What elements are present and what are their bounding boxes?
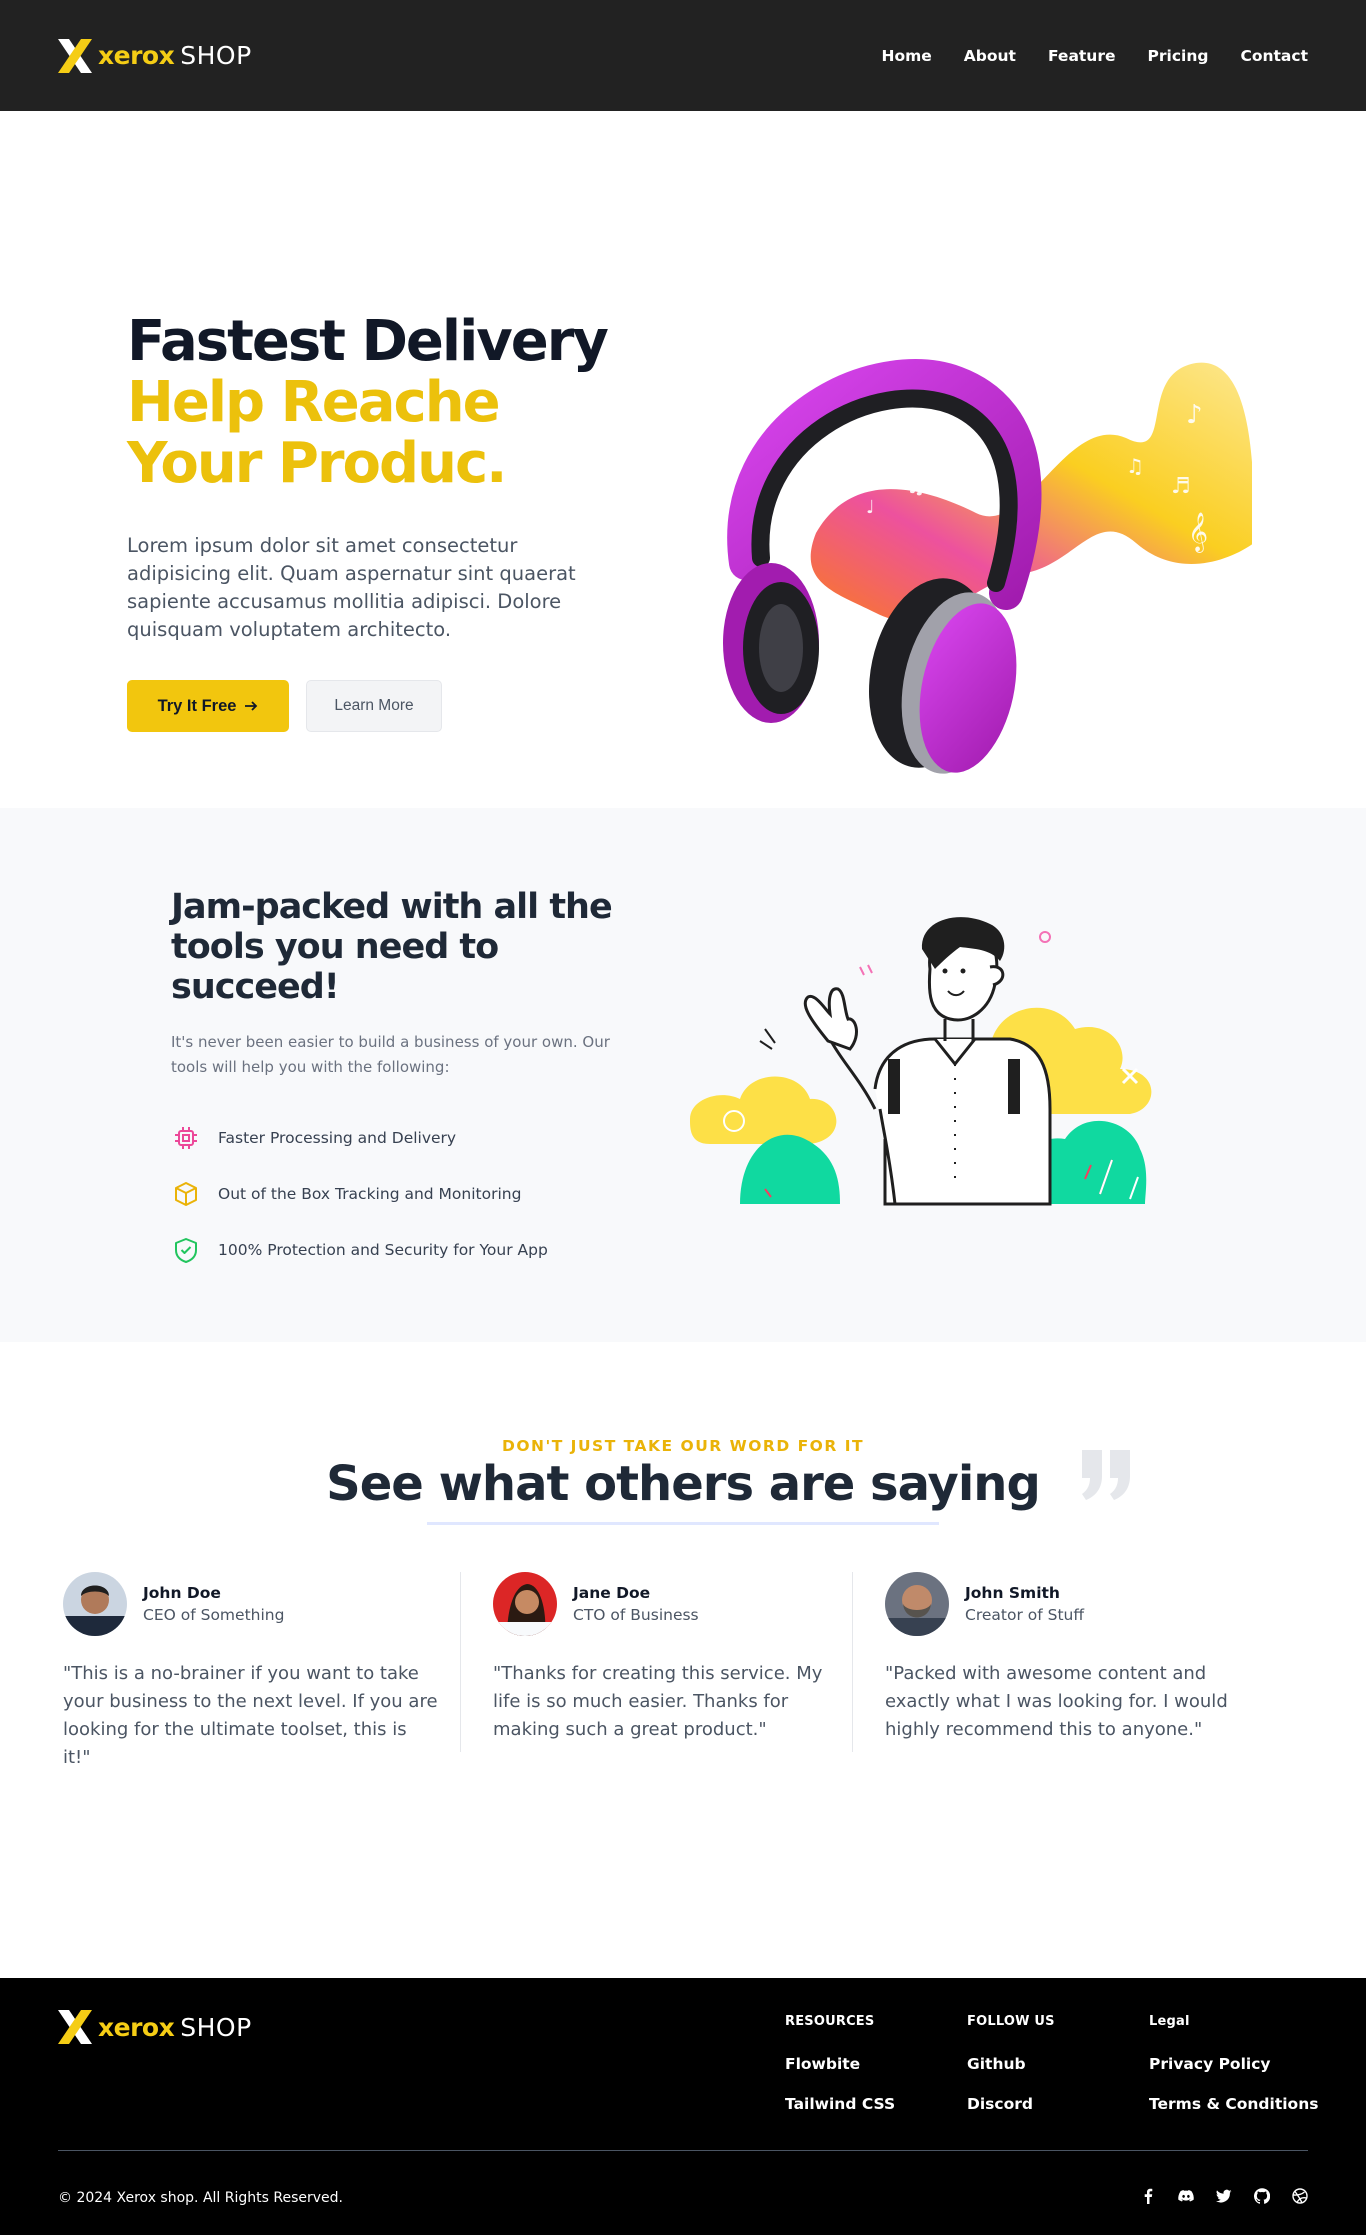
testimonial-cards: John Doe CEO of Something "This is a no-… [41, 1572, 1293, 1768]
footer-link-flowbite[interactable]: Flowbite [785, 2055, 967, 2073]
nav-link-contact[interactable]: Contact [1240, 47, 1308, 65]
arrow-right-icon [245, 701, 258, 711]
hero-text: Fastest Delivery Help Reache Your Produc… [127, 311, 647, 732]
person-name: Jane Doe [573, 1584, 651, 1602]
footer-column-title: RESOURCES [785, 2014, 875, 2029]
hero-title: Fastest Delivery Help Reache Your Produc… [127, 311, 647, 494]
features-section: Jam-packed with all the tools you need t… [0, 808, 1366, 1342]
feature-label: Faster Processing and Delivery [218, 1129, 457, 1147]
quote-mark-icon [1082, 1450, 1130, 1500]
box-icon [175, 1182, 197, 1206]
footer-link-terms[interactable]: Terms & Conditions [1149, 2095, 1319, 2113]
person-role: Creator of Stuff [965, 1606, 1085, 1624]
chip-icon [175, 1127, 197, 1149]
hero-title-line-3: Your Produc. [127, 431, 507, 496]
svg-text:𝄞: 𝄞 [1188, 512, 1208, 553]
nav-links: Home About Feature Pricing Contact [881, 47, 1308, 65]
feature-item: Faster Processing and Delivery [171, 1110, 631, 1166]
waving-man-illustration [690, 917, 1152, 1206]
svg-text:♪: ♪ [1041, 444, 1054, 468]
testimonial-card: John Doe CEO of Something "This is a no-… [41, 1572, 461, 1768]
footer-column-follow-us: FOLLOW US Github Discord [967, 2014, 1149, 2135]
social-links [1140, 2188, 1308, 2204]
feature-item: Out of the Box Tracking and Monitoring [171, 1166, 631, 1222]
person-name: John Smith [965, 1584, 1060, 1602]
person-role: CTO of Business [573, 1606, 699, 1624]
footer-link-tailwind[interactable]: Tailwind CSS [785, 2095, 967, 2113]
svg-text:♪: ♪ [1186, 400, 1203, 430]
footer-brand-logo[interactable]: xerox SHOP [58, 2010, 252, 2044]
github-icon[interactable] [1254, 2188, 1270, 2204]
copyright: © 2024 Xerox shop. All Rights Reserved. [58, 2190, 343, 2206]
testimonial-card: Jane Doe CTO of Business "Thanks for cre… [461, 1572, 853, 1752]
testimonials-title: See what others are saying [326, 1456, 1041, 1512]
testimonial-quote: "This is a no-brainer if you want to tak… [63, 1663, 438, 1768]
learn-more-button[interactable]: Learn More [306, 680, 442, 732]
brand-logo[interactable]: xerox SHOP [58, 38, 252, 73]
top-navbar: xerox SHOP Home About Feature Pricing Co… [0, 0, 1366, 111]
facebook-icon[interactable] [1140, 2188, 1156, 2204]
shield-check-icon [175, 1238, 197, 1263]
testimonials-divider [427, 1522, 939, 1525]
hero-title-line-2: Help Reache [127, 370, 501, 435]
features-title: Jam-packed with all the tools you need t… [171, 887, 613, 1007]
testimonial-quote: "Thanks for creating this service. My li… [493, 1663, 823, 1740]
person-name: John Doe [143, 1584, 221, 1602]
dribbble-icon[interactable] [1292, 2188, 1308, 2204]
feature-item: 100% Protection and Security for Your Ap… [171, 1222, 631, 1278]
testimonials-section: DON'T JUST TAKE OUR WORD FOR IT See what… [0, 1342, 1366, 1978]
brand-name: xerox [98, 2012, 175, 2042]
try-it-free-label: Try It Free [157, 696, 237, 715]
testimonial-card: John Smith Creator of Stuff "Packed with… [853, 1572, 1293, 1752]
avatar [63, 1572, 127, 1636]
testimonial-quote: "Packed with awesome content and exactly… [885, 1663, 1228, 1740]
footer-column-title: Legal [1149, 2014, 1190, 2029]
footer-column-resources: RESOURCES Flowbite Tailwind CSS [785, 2014, 967, 2135]
headphones-illustration: ♪ ♫ ♬ 𝄞 ♩ ♫ ♪ [723, 359, 1252, 774]
feature-label: 100% Protection and Security for Your Ap… [218, 1241, 548, 1259]
x-logo-icon [58, 2010, 92, 2044]
hero-buttons: Try It Free Learn More [127, 680, 647, 732]
nav-link-about[interactable]: About [964, 47, 1016, 65]
footer: xerox SHOP RESOURCES Flowbite Tailwind C… [0, 1978, 1366, 2235]
svg-text:♬: ♬ [1171, 474, 1191, 499]
hero-description: Lorem ipsum dolor sit amet consectetur a… [127, 534, 576, 641]
footer-columns: RESOURCES Flowbite Tailwind CSS FOLLOW U… [785, 2014, 1319, 2135]
svg-text:♫: ♫ [1126, 454, 1144, 478]
brand-suffix: SHOP [180, 41, 252, 70]
svg-text:♩: ♩ [866, 497, 875, 518]
testimonials-eyebrow: DON'T JUST TAKE OUR WORD FOR IT [501, 1437, 865, 1455]
nav-link-home[interactable]: Home [881, 47, 931, 65]
brand-name: xerox [98, 41, 175, 70]
card-header: John Doe CEO of Something [63, 1572, 438, 1636]
features-description: It's never been easier to build a busine… [171, 1033, 610, 1076]
card-header: Jane Doe CTO of Business [493, 1572, 830, 1636]
footer-column-title: FOLLOW US [967, 2014, 1055, 2029]
svg-text:♫: ♫ [906, 474, 926, 499]
brand-suffix: SHOP [180, 2012, 252, 2042]
nav-link-feature[interactable]: Feature [1048, 47, 1116, 65]
features-text: Jam-packed with all the tools you need t… [171, 887, 631, 1278]
feature-label: Out of the Box Tracking and Monitoring [218, 1185, 522, 1203]
hero-title-line-1: Fastest Delivery [127, 309, 609, 374]
footer-column-legal: Legal Privacy Policy Terms & Conditions [1149, 2014, 1319, 2135]
footer-divider [58, 2150, 1308, 2151]
footer-link-discord[interactable]: Discord [967, 2095, 1149, 2113]
nav-link-pricing[interactable]: Pricing [1148, 47, 1209, 65]
x-logo-icon [58, 38, 92, 73]
discord-icon[interactable] [1178, 2188, 1194, 2204]
avatar [885, 1572, 949, 1636]
twitter-icon[interactable] [1216, 2188, 1232, 2204]
avatar [493, 1572, 557, 1636]
person-role: CEO of Something [143, 1606, 285, 1624]
try-it-free-button[interactable]: Try It Free [127, 680, 289, 732]
hero-section: Fastest Delivery Help Reache Your Produc… [0, 111, 1366, 808]
card-header: John Smith Creator of Stuff [885, 1572, 1271, 1636]
features-list: Faster Processing and Delivery Out of th… [171, 1110, 631, 1278]
footer-link-privacy-policy[interactable]: Privacy Policy [1149, 2055, 1319, 2073]
footer-link-github[interactable]: Github [967, 2055, 1149, 2073]
